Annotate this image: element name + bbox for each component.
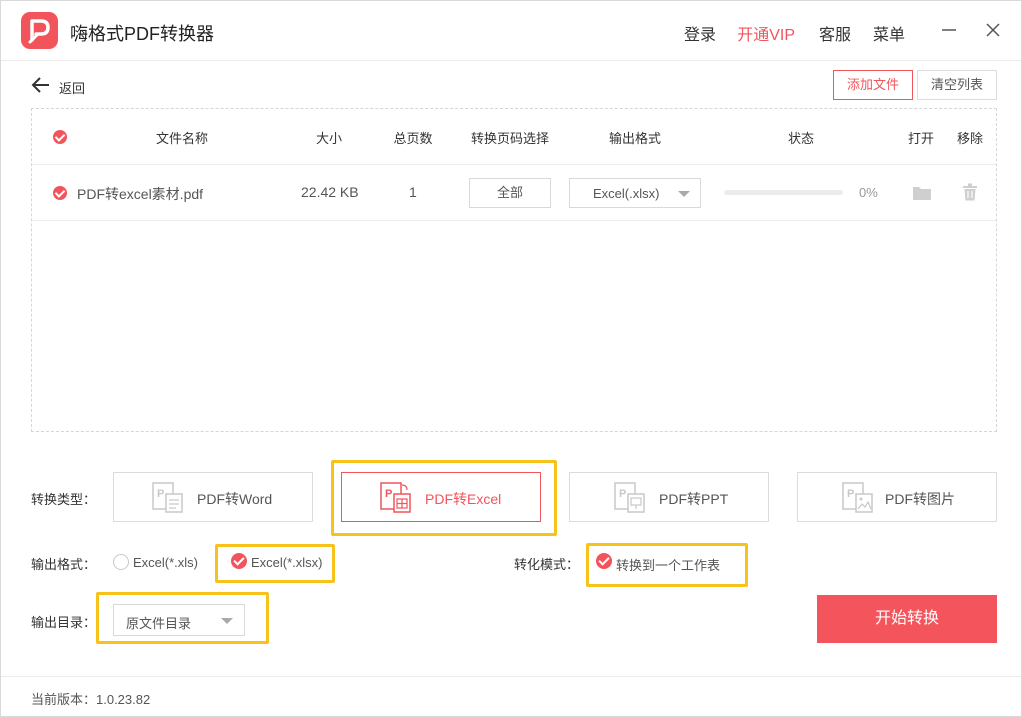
type-pdf-excel[interactable]: P PDF转Excel xyxy=(341,472,541,522)
clear-list-button[interactable]: 清空列表 xyxy=(917,70,997,100)
file-pages: 1 xyxy=(409,184,417,200)
type-pdf-ppt-label: PDF转PPT xyxy=(659,491,729,507)
svg-text:P: P xyxy=(847,488,854,500)
format-xls-radio[interactable] xyxy=(113,554,129,570)
version-text: 当前版本：1.0.23.82 xyxy=(31,692,151,707)
file-name: PDF转excel素材.pdf xyxy=(77,186,204,202)
back-label: 返回 xyxy=(59,81,86,96)
select-all-checkbox[interactable] xyxy=(53,130,67,144)
svg-text:P: P xyxy=(385,488,392,500)
type-pdf-ppt[interactable]: P PDF转PPT xyxy=(569,472,769,522)
pdf-ppt-icon: P xyxy=(614,482,648,517)
minimize-icon[interactable] xyxy=(939,19,959,41)
table-row: PDF转excel素材.pdf 22.42 KB 1 全部 Excel(.xls… xyxy=(32,165,996,221)
type-pdf-image-label: PDF转图片 xyxy=(885,491,955,507)
folder-icon[interactable] xyxy=(912,185,932,204)
file-table: 文件名称 大小 总页数 转换页码选择 输出格式 状态 打开 移除 PDF转exc… xyxy=(31,108,997,432)
chevron-down-icon xyxy=(678,191,690,197)
footer-divider xyxy=(1,676,1021,677)
output-dir-value: 原文件目录 xyxy=(126,616,192,631)
mode-single-sheet-label[interactable]: 转换到一个工作表 xyxy=(616,555,720,574)
header-remove: 移除 xyxy=(956,131,984,146)
header-page-select: 转换页码选择 xyxy=(470,131,550,146)
conversion-type-label: 转换类型： xyxy=(31,492,97,507)
page-select-button[interactable]: 全部 xyxy=(469,178,551,208)
header-output-format: 输出格式 xyxy=(608,131,662,146)
header-open: 打开 xyxy=(907,131,935,146)
header-pages: 总页数 xyxy=(393,131,433,146)
type-pdf-word[interactable]: P PDF转Word xyxy=(113,472,313,522)
progress-text: 0% xyxy=(859,185,878,200)
close-icon[interactable] xyxy=(983,19,1003,41)
pdf-excel-icon: P xyxy=(380,482,414,517)
file-size: 22.42 KB xyxy=(301,184,359,200)
format-xlsx-label[interactable]: Excel(*.xlsx) xyxy=(251,555,323,570)
format-xlsx-radio[interactable] xyxy=(231,553,247,569)
svg-text:P: P xyxy=(157,488,164,500)
menu-link[interactable]: 菜单 xyxy=(873,21,905,45)
type-pdf-excel-label: PDF转Excel xyxy=(425,491,502,507)
output-dir-label: 输出目录： xyxy=(31,615,97,630)
output-format-label: 输出格式： xyxy=(31,557,97,572)
trash-icon[interactable] xyxy=(962,183,978,204)
add-file-button[interactable]: 添加文件 xyxy=(833,70,913,100)
title-bar: 嗨格式PDF转换器 登录 开通VIP 客服 菜单 xyxy=(1,1,1021,61)
row-format-value: Excel(.xlsx) xyxy=(593,186,660,201)
pdf-word-icon: P xyxy=(152,482,186,517)
mode-single-sheet-radio[interactable] xyxy=(596,553,612,569)
header-file-name: 文件名称 xyxy=(155,131,209,146)
app-title: 嗨格式PDF转换器 xyxy=(70,24,214,44)
arrow-left-icon xyxy=(31,77,49,93)
chevron-down-icon xyxy=(221,618,233,624)
back-button[interactable]: 返回 xyxy=(31,75,85,96)
service-link[interactable]: 客服 xyxy=(819,21,851,45)
row-format-select[interactable]: Excel(.xlsx) xyxy=(569,178,701,208)
row-checkbox[interactable] xyxy=(53,186,67,200)
vip-link[interactable]: 开通VIP xyxy=(737,21,795,45)
type-pdf-image[interactable]: P PDF转图片 xyxy=(797,472,997,522)
output-dir-select[interactable]: 原文件目录 xyxy=(113,604,245,636)
svg-text:P: P xyxy=(619,488,626,500)
start-convert-button[interactable]: 开始转换 xyxy=(817,595,997,643)
header-status: 状态 xyxy=(787,131,815,146)
pdf-image-icon: P xyxy=(842,482,876,517)
table-header: 文件名称 大小 总页数 转换页码选择 输出格式 状态 打开 移除 xyxy=(32,109,996,165)
app-window: 嗨格式PDF转换器 登录 开通VIP 客服 菜单 返回 添加文件 清空列表 文件… xyxy=(0,0,1022,717)
type-pdf-word-label: PDF转Word xyxy=(197,491,273,507)
conversion-mode-label: 转化模式： xyxy=(514,557,580,572)
format-xls-label[interactable]: Excel(*.xls) xyxy=(133,555,198,570)
progress-bar xyxy=(724,190,843,195)
login-link[interactable]: 登录 xyxy=(684,21,716,45)
header-size: 大小 xyxy=(315,131,343,146)
app-logo-icon xyxy=(21,12,58,49)
